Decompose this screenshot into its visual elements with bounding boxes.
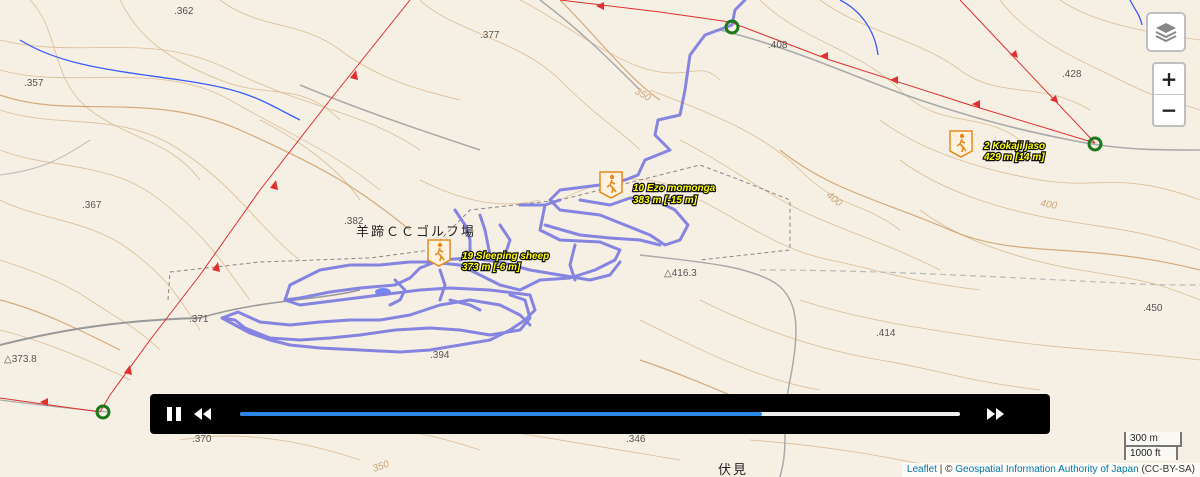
- elevation-point: .370: [192, 434, 212, 445]
- elevation-point: .357: [24, 78, 44, 89]
- pause-button[interactable]: [162, 402, 186, 426]
- elevation-point: .428: [1062, 69, 1082, 80]
- zoom-out-button[interactable]: −: [1154, 95, 1184, 125]
- place-name-fushimi: 伏見: [718, 463, 748, 477]
- rewind-button[interactable]: [190, 402, 214, 426]
- leaflet-link[interactable]: Leaflet: [907, 464, 937, 475]
- elevation-point: .346: [626, 434, 646, 445]
- elevation-point: .450: [1143, 303, 1163, 314]
- elevation-point: .371: [189, 314, 209, 325]
- waypoint-name: 2 Kokaji jaso: [983, 141, 1045, 152]
- layers-icon: [1155, 23, 1177, 43]
- attribution-separator: | ©: [936, 464, 956, 475]
- elevation-point: △373.8: [4, 354, 37, 365]
- waypoint-name: 19 Sleeping sheep: [462, 251, 549, 262]
- scale-bar: 300 m 1000 ft: [1124, 432, 1182, 460]
- waypoint-elevation: 373 m [-6 m]: [462, 262, 521, 273]
- elevation-point: .367: [82, 200, 102, 211]
- playback-bar: [150, 394, 1050, 434]
- zoom-in-button[interactable]: +: [1154, 64, 1184, 95]
- fast-forward-icon: [987, 408, 1004, 420]
- rewind-icon: [194, 408, 211, 420]
- elevation-point: .362: [174, 6, 194, 17]
- license-text: (CC-BY-SA): [1138, 464, 1195, 475]
- provider-link[interactable]: Geospatial Information Authority of Japa…: [955, 464, 1138, 475]
- hiker-icon[interactable]: [949, 130, 973, 158]
- scale-imperial: 1000 ft: [1124, 445, 1178, 460]
- place-name-golf-course: 羊蹄ＣＣゴルフ場: [356, 224, 476, 240]
- hiker-icon[interactable]: [427, 239, 451, 267]
- zoom-control: + −: [1152, 62, 1186, 127]
- waypoint-elevation: 429 m [14 m]: [983, 152, 1045, 163]
- waypoint-elevation: 383 m [-15 m]: [633, 195, 698, 206]
- hiker-icon[interactable]: [599, 171, 623, 199]
- playback-progress: [240, 412, 762, 416]
- elevation-point: △416.3: [664, 268, 697, 279]
- waypoint-name: 10 Ezo momonga: [633, 183, 716, 194]
- fast-forward-button[interactable]: [984, 402, 1008, 426]
- playback-slider[interactable]: [240, 412, 960, 416]
- elevation-point: .394: [430, 350, 450, 361]
- layers-button[interactable]: [1146, 12, 1186, 52]
- pause-icon: [167, 407, 181, 421]
- attribution: Leaflet | © Geospatial Information Autho…: [901, 463, 1200, 477]
- elevation-point: .414: [876, 328, 896, 339]
- elevation-point: .377: [480, 30, 500, 41]
- elevation-point: .408: [768, 40, 788, 51]
